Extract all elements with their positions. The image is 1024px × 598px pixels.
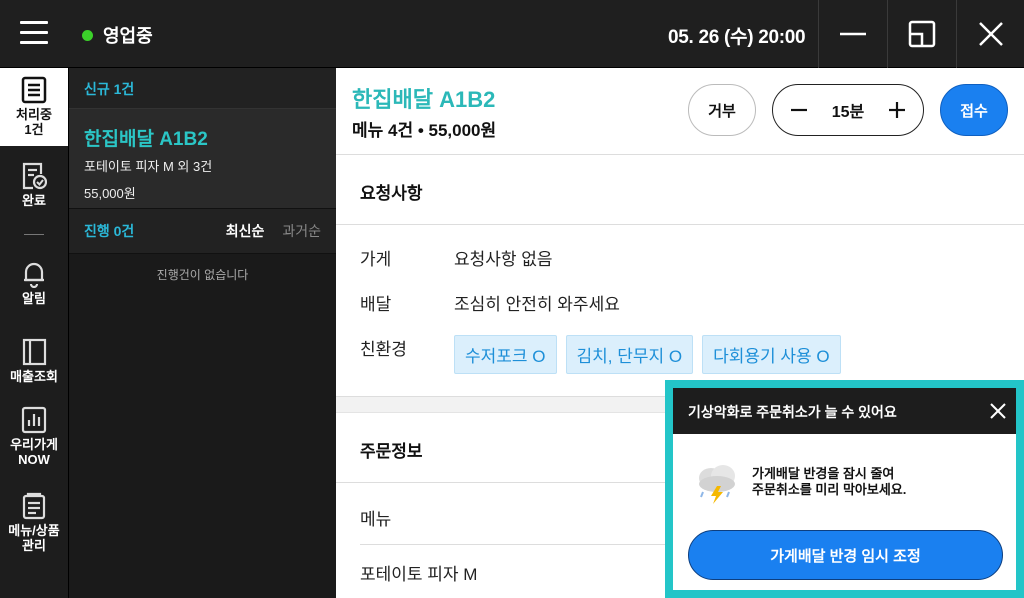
rail-label: 완료 xyxy=(22,193,46,208)
popup-message-line: 주문취소를 미리 막아보세요. xyxy=(752,482,907,497)
order-detail-header: 한집배달 A1B2 메뉴 4건 • 55,000원 거부 15분 접수 xyxy=(336,68,1024,155)
eco-row: 친환경 수저포크 O 김치, 단무지 O 다회용기 사용 O xyxy=(360,335,1000,380)
bar-chart-icon xyxy=(21,406,47,434)
left-rail: 처리중 1건 완료 알림 매출조회 우리가게 NOW 메뉴/상품 관리 xyxy=(0,68,68,598)
weather-popup: 기상악화로 주문취소가 늘 수 있어요 가게배달 반경을 잠시 줄여 주문취소를… xyxy=(665,380,1024,598)
rail-item-processing[interactable]: 처리중 1건 xyxy=(0,68,68,146)
sort-past-button[interactable]: 과거순 xyxy=(282,221,321,241)
rail-item-store-now[interactable]: 우리가게 NOW xyxy=(0,406,68,467)
order-card-name: 한집배달 A1B2 xyxy=(84,129,208,150)
rail-divider xyxy=(24,234,44,235)
datetime: 05. 26 (수) 20:00 xyxy=(668,27,806,48)
order-summary: 메뉴 4건 • 55,000원 xyxy=(352,121,497,140)
rail-item-alerts[interactable]: 알림 xyxy=(0,260,68,306)
request-key: 가게 xyxy=(360,250,392,269)
plus-icon[interactable] xyxy=(887,100,907,120)
order-list-panel: 신규 1건 한집배달 A1B2 포테이토 피자 M 외 3건 55,000원 진… xyxy=(68,68,336,598)
rail-label: 처리중 xyxy=(16,107,52,122)
order-title: 한집배달 A1B2 xyxy=(352,87,496,112)
store-status[interactable]: 영업중 xyxy=(82,22,153,48)
request-value: 요청사항 없음 xyxy=(454,250,553,269)
popup-title: 기상악화로 주문취소가 늘 수 있어요 xyxy=(688,404,897,420)
popup-header: 기상악화로 주문취소가 늘 수 있어요 xyxy=(673,388,1016,434)
book-icon xyxy=(22,338,47,366)
order-card[interactable]: 한집배달 A1B2 포테이토 피자 M 외 3건 55,000원 xyxy=(69,108,336,209)
rail-label: 메뉴/상품 xyxy=(8,523,60,538)
document-check-icon xyxy=(22,162,47,190)
sort-latest-button[interactable]: 최신순 xyxy=(226,221,265,241)
close-icon xyxy=(979,22,1003,46)
popup-message: 가게배달 반경을 잠시 줄여 주문취소를 미리 막아보세요. xyxy=(752,466,906,498)
top-bar: 영업중 05. 26 (수) 20:00 xyxy=(0,0,1024,68)
request-row: 가게 요청사항 없음 xyxy=(360,245,1000,290)
empty-progress-text: 진행건이 없습니다 xyxy=(156,268,249,282)
minus-icon[interactable] xyxy=(789,100,809,120)
restore-window-icon xyxy=(908,20,936,48)
new-orders-header: 신규 1건 xyxy=(69,68,336,108)
order-card-desc: 포테이토 피자 M 외 3건 xyxy=(84,159,213,174)
document-list-icon xyxy=(21,76,47,104)
rail-label-2: NOW xyxy=(18,452,50,467)
eco-chip: 수저포크 O xyxy=(454,335,557,374)
eco-chip: 김치, 단무지 O xyxy=(565,335,694,374)
hamburger-menu-icon[interactable] xyxy=(20,21,48,45)
progress-count: 진행 0건 xyxy=(84,223,135,239)
order-card-price: 55,000원 xyxy=(84,186,136,201)
request-value: 조심히 안전히 와주세요 xyxy=(454,295,620,314)
popup-body: 가게배달 반경을 잠시 줄여 주문취소를 미리 막아보세요. xyxy=(673,434,1016,530)
minimize-button[interactable] xyxy=(818,0,886,68)
close-button[interactable] xyxy=(956,0,1024,68)
eco-key: 친환경 xyxy=(360,340,407,359)
request-row: 배달 조심히 안전히 와주세요 xyxy=(360,290,1000,335)
rail-item-completed[interactable]: 완료 xyxy=(0,162,68,208)
restore-window-button[interactable] xyxy=(887,0,955,68)
rail-label: 매출조회 xyxy=(10,369,58,384)
request-section: 가게 요청사항 없음 배달 조심히 안전히 와주세요 친환경 수저포크 O 김치… xyxy=(336,225,1024,397)
rail-item-sales[interactable]: 매출조회 xyxy=(0,338,68,384)
menu-document-icon xyxy=(22,492,46,520)
progress-header: 진행 0건 최신순 과거순 xyxy=(69,209,336,254)
eco-chip: 다회용기 사용 O xyxy=(702,335,841,374)
accept-button[interactable]: 접수 xyxy=(940,84,1008,136)
time-value: 15분 xyxy=(831,104,865,121)
popup-message-line: 가게배달 반경을 잠시 줄여 xyxy=(752,466,895,481)
minimize-icon xyxy=(840,32,866,36)
rail-label-2: 관리 xyxy=(22,538,46,553)
rail-item-menu-management[interactable]: 메뉴/상품 관리 xyxy=(0,492,68,553)
eco-chips: 수저포크 O 김치, 단무지 O 다회용기 사용 O xyxy=(454,335,850,374)
bell-icon xyxy=(24,262,44,288)
adjust-radius-button[interactable]: 가게배달 반경 임시 조정 xyxy=(688,530,1003,580)
status-label: 영업중 xyxy=(103,26,153,46)
thunderstorm-icon xyxy=(699,465,735,504)
close-icon[interactable] xyxy=(988,401,1008,421)
rail-label-count: 1건 xyxy=(24,122,44,137)
reject-button[interactable]: 거부 xyxy=(688,84,756,136)
rail-label: 알림 xyxy=(22,291,46,306)
time-stepper: 15분 xyxy=(772,84,924,136)
status-dot xyxy=(82,29,93,41)
rail-label: 우리가게 xyxy=(10,437,58,452)
request-key: 배달 xyxy=(360,295,392,314)
request-section-title: 요청사항 xyxy=(336,155,1024,225)
